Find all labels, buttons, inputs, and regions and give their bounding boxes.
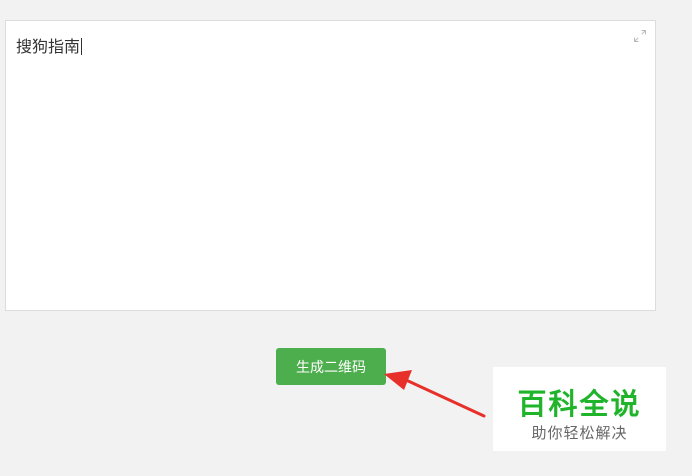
text-caret bbox=[81, 38, 83, 55]
red-arrow-icon bbox=[384, 370, 486, 418]
watermark-title: 百科全说 bbox=[517, 387, 642, 421]
generate-qr-button[interactable]: 生成二维码 bbox=[276, 348, 386, 385]
editor-text-value: 搜狗指南 bbox=[16, 37, 81, 56]
text-input-area[interactable]: 搜狗指南 bbox=[5, 20, 656, 311]
watermark-logo: 百科全说 助你轻松解决 bbox=[493, 367, 666, 451]
editor-content[interactable]: 搜狗指南 bbox=[16, 33, 83, 57]
expand-icon[interactable] bbox=[633, 29, 647, 43]
watermark-subtitle: 助你轻松解决 bbox=[531, 424, 628, 442]
